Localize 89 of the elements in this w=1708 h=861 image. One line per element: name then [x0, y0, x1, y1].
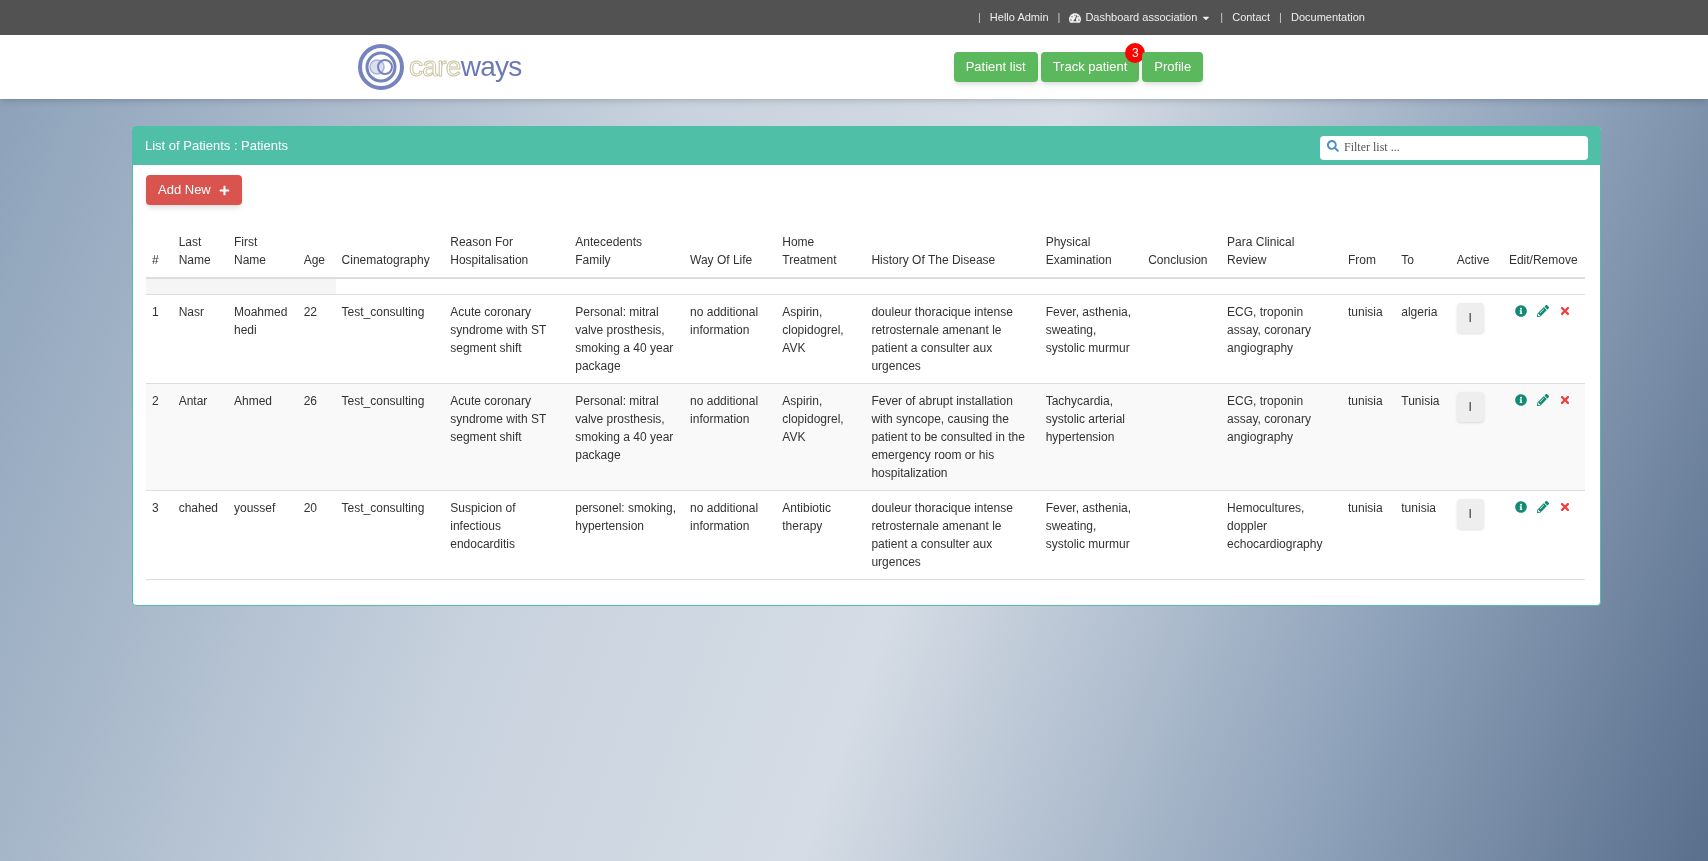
table-cell: Suspicion of infectious endocarditis	[450, 500, 516, 551]
info-icon[interactable]	[1514, 304, 1527, 317]
table-cell: Moahmed hedi	[234, 304, 288, 337]
table-cell: douleur thoracique intense retrosternale amenant le patient a consulter aux urgences	[871, 304, 1013, 373]
table-cell: Personal: mitral valve prosthesis, smoking a 40 year package	[575, 393, 674, 462]
info-icon[interactable]	[1514, 500, 1527, 513]
top-link[interactable]: Contact	[1232, 9, 1271, 26]
careways-logo[interactable]: careways	[357, 43, 522, 91]
greeting-text: Hello Admin	[989, 10, 1049, 26]
column-header: Reason For Hospitalisation	[450, 235, 529, 267]
separator-text: |	[1279, 10, 1282, 26]
separator-text: |	[1057, 10, 1061, 26]
table-cell: Acute coronary syndrome with ST segment shift	[450, 304, 547, 355]
table-cell: 26	[303, 393, 318, 408]
add-new-button[interactable]: Add New	[146, 175, 242, 205]
table-cell: algeria	[1401, 304, 1438, 319]
column-header: Last Name	[178, 235, 211, 267]
table-cell: tunisia	[1348, 500, 1383, 515]
column-header: Antecedents Family	[575, 235, 642, 267]
column-header: Edit/Remove	[1508, 253, 1578, 267]
notification-badge: 3	[1125, 43, 1146, 63]
info-icon[interactable]	[1514, 393, 1527, 406]
table-cell: Ahmed	[234, 393, 272, 408]
table-cell: Fever, asthenia, sweating, systolic murmur	[1045, 500, 1132, 551]
table-cell: 3	[152, 500, 159, 515]
table-cell: tunisia	[1401, 500, 1436, 515]
separator-text: |	[978, 10, 981, 26]
close-icon[interactable]	[1558, 500, 1571, 513]
table-cell: Fever, asthenia, sweating, systolic murmur	[1045, 304, 1132, 355]
table-cell: no additional information	[690, 500, 759, 533]
table-cell: 1	[152, 304, 159, 319]
column-header: First Name	[234, 235, 266, 267]
edit-icon[interactable]	[1536, 500, 1549, 513]
column-header: To	[1401, 253, 1414, 267]
dashboard-menu[interactable]: Dashboard association	[1069, 9, 1212, 26]
table-cell: Aspirin, clopidogrel, AVK	[782, 304, 844, 355]
filter-field[interactable]: Filter list ...	[1320, 135, 1588, 160]
table-cell: Acute coronary syndrome with ST segment shift	[450, 393, 547, 444]
table-cell: Nasr	[178, 304, 204, 319]
table-cell: Antar	[178, 393, 208, 408]
table-cell: tunisia	[1348, 393, 1383, 408]
table-cell: ECG, troponin assay, coronary angiography	[1227, 393, 1311, 444]
column-header: Active	[1456, 253, 1490, 267]
logo-rings-icon	[357, 43, 405, 91]
column-header: History Of The Disease	[871, 253, 996, 267]
table-cell: tunisia	[1348, 304, 1383, 319]
table-cell: youssef	[234, 500, 276, 515]
column-header: Way Of Life	[690, 253, 753, 267]
column-header: From	[1348, 253, 1376, 267]
table-cell: Personal: mitral valve prosthesis, smoking a 40 year package	[575, 304, 674, 373]
table-cell: Test_consulting	[341, 393, 425, 408]
table-cell: douleur thoracique intense retrosternale amenant le patient a consulter aux urgences	[871, 500, 1013, 569]
table-cell: 2	[152, 393, 159, 408]
table-cell: Test_consulting	[341, 304, 425, 319]
table-cell: Fever of abrupt installation with syncope, causing the patient to be consulted in the emergency room or his hospitalization	[871, 393, 1025, 480]
close-icon[interactable]	[1558, 393, 1571, 406]
table-cell: ECG, troponin assay, coronary angiography	[1227, 304, 1311, 355]
table-cell: Test_consulting	[341, 500, 425, 515]
table-cell: Tunisia	[1401, 393, 1440, 408]
active-toggle-button[interactable]: I	[1456, 302, 1484, 333]
plus-icon	[218, 184, 230, 196]
dashboard-icon	[1069, 11, 1082, 24]
column-header: #	[152, 253, 159, 267]
table-cell: no additional information	[690, 304, 759, 337]
column-header: Physical Examination	[1045, 235, 1112, 267]
edit-icon[interactable]	[1536, 393, 1549, 406]
column-header: Home Treatment	[782, 235, 837, 267]
column-header: Para Clinical Review	[1227, 235, 1295, 267]
table-cell: 22	[303, 304, 318, 319]
table-cell: Tachycardia, systolic arterial hypertension	[1045, 393, 1126, 444]
top-link[interactable]: Documentation	[1290, 9, 1365, 26]
table-cell: Hemocultures, doppler echocardiography	[1227, 500, 1323, 551]
table-cell: Antibiotic therapy	[782, 500, 831, 533]
table-cell: personel: smoking, hypertension	[575, 500, 676, 533]
panel-title: List of Patients : Patients	[145, 137, 289, 156]
search-icon	[1327, 140, 1339, 152]
table-cell: Aspirin, clopidogrel, AVK	[782, 393, 844, 444]
dashboard-label[interactable]: Dashboard association	[1085, 9, 1198, 26]
active-toggle-button[interactable]: I	[1456, 391, 1484, 422]
edit-icon[interactable]	[1536, 304, 1549, 317]
column-header: Age	[303, 253, 326, 267]
close-icon[interactable]	[1558, 304, 1571, 317]
table-cell: chahed	[178, 500, 218, 515]
table-cell: 20	[303, 500, 318, 515]
column-header: Cinematography	[341, 253, 430, 267]
active-toggle-button[interactable]: I	[1456, 498, 1484, 529]
separator-text: |	[1220, 10, 1224, 26]
table-cell: no additional information	[690, 393, 759, 426]
column-header: Conclusion	[1148, 253, 1208, 267]
